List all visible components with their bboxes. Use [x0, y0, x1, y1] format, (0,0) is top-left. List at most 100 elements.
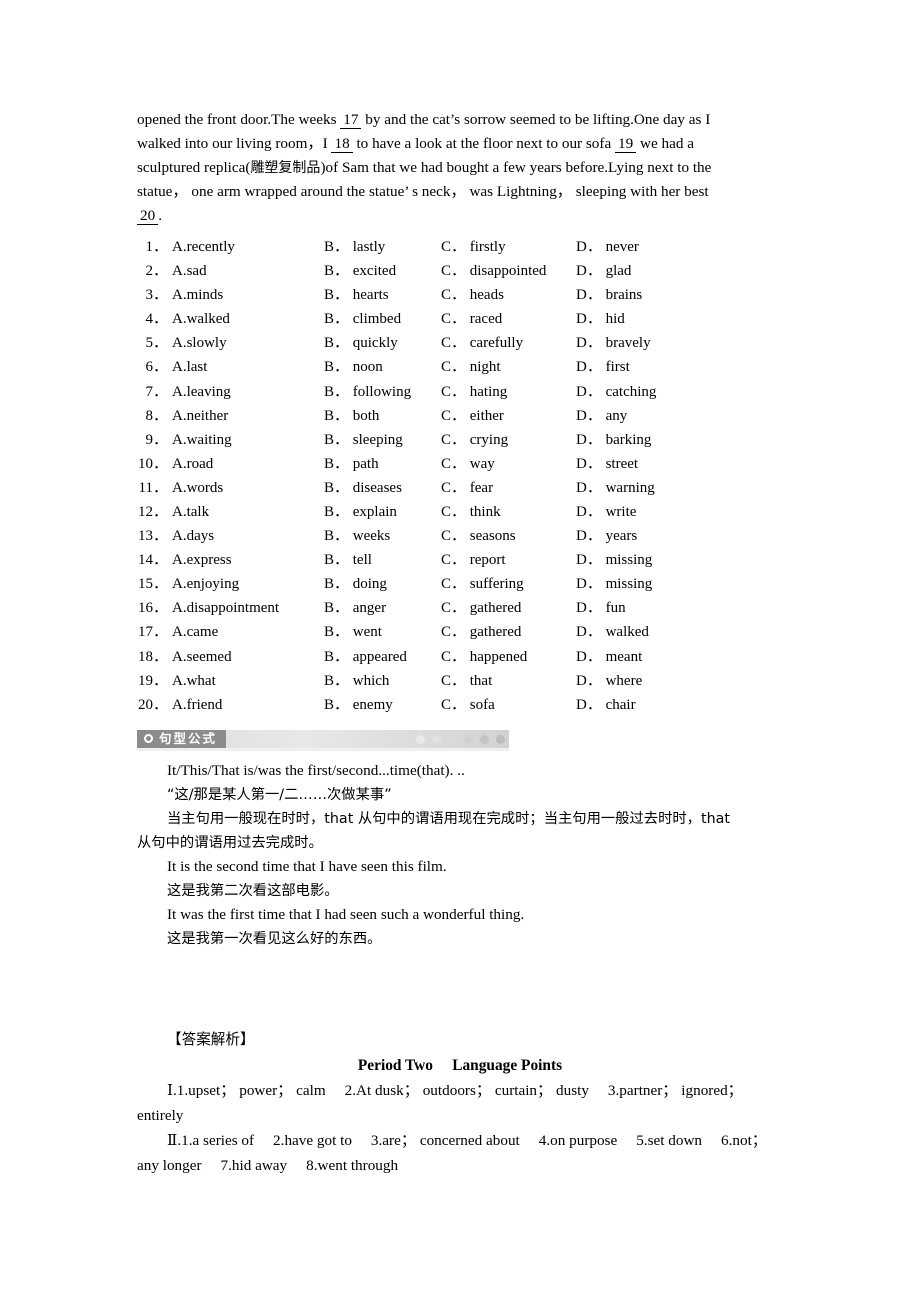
option-letter-d: D．	[576, 263, 602, 280]
option-b[interactable]: B． explain	[324, 500, 441, 524]
option-c[interactable]: C． either	[441, 404, 576, 428]
option-a[interactable]: A.slowly	[172, 331, 324, 355]
option-b[interactable]: B． doing	[324, 572, 441, 596]
option-b[interactable]: B． enemy	[324, 693, 441, 717]
option-d[interactable]: D． missing	[576, 572, 652, 596]
option-d[interactable]: D． years	[576, 524, 637, 548]
option-d[interactable]: D． catching	[576, 380, 656, 404]
option-d[interactable]: D． barking	[576, 428, 651, 452]
option-d[interactable]: D． street	[576, 452, 638, 476]
option-d[interactable]: D． write	[576, 500, 636, 524]
option-d[interactable]: D． where	[576, 669, 642, 693]
option-b-text: lastly	[352, 238, 386, 255]
option-number: 18．	[137, 648, 168, 665]
option-a[interactable]: A.last	[172, 355, 324, 379]
option-row-20: 20． A.friend B． enemy C． sofa D． chair	[137, 693, 783, 717]
option-b[interactable]: B． which	[324, 669, 441, 693]
option-c[interactable]: C． disappointed	[441, 259, 576, 283]
option-a[interactable]: A.recently	[172, 235, 324, 259]
option-a[interactable]: A.words	[172, 476, 324, 500]
option-c[interactable]: C． heads	[441, 283, 576, 307]
option-a[interactable]: A.came	[172, 620, 324, 644]
option-d[interactable]: D． first	[576, 355, 630, 379]
option-d[interactable]: D． bravely	[576, 331, 651, 355]
option-d[interactable]: D． walked	[576, 620, 649, 644]
option-b[interactable]: B． diseases	[324, 476, 441, 500]
option-b[interactable]: B． quickly	[324, 331, 441, 355]
option-c[interactable]: C． report	[441, 548, 576, 572]
option-a[interactable]: A.enjoying	[172, 572, 324, 596]
option-number: 8．	[145, 407, 168, 424]
option-a-text: what	[186, 672, 216, 689]
option-d[interactable]: D． brains	[576, 283, 642, 307]
option-b[interactable]: B． appeared	[324, 645, 441, 669]
option-b[interactable]: B． climbed	[324, 307, 441, 331]
option-b[interactable]: B． tell	[324, 548, 441, 572]
option-b[interactable]: B． lastly	[324, 235, 441, 259]
option-d[interactable]: D． missing	[576, 548, 652, 572]
option-a[interactable]: A.neither	[172, 404, 324, 428]
option-letter-a: A.	[172, 696, 187, 713]
option-c[interactable]: C． think	[441, 500, 576, 524]
option-c[interactable]: C． suffering	[441, 572, 576, 596]
option-a-text: came	[186, 624, 219, 641]
option-d[interactable]: D． warning	[576, 476, 655, 500]
option-c[interactable]: C． carefully	[441, 331, 576, 355]
option-a[interactable]: A.friend	[172, 693, 324, 717]
option-c-text: heads	[469, 287, 504, 304]
option-c[interactable]: C． gathered	[441, 620, 576, 644]
option-c[interactable]: C． night	[441, 355, 576, 379]
option-d[interactable]: D． chair	[576, 693, 636, 717]
option-c[interactable]: C． happened	[441, 645, 576, 669]
option-c[interactable]: C． seasons	[441, 524, 576, 548]
option-d[interactable]: D． any	[576, 404, 627, 428]
option-c-text: way	[469, 455, 495, 472]
option-a[interactable]: A.what	[172, 669, 324, 693]
option-letter-a: A.	[172, 528, 187, 545]
option-c[interactable]: C． that	[441, 669, 576, 693]
option-letter-c: C．	[441, 576, 467, 593]
option-a[interactable]: A.disappointment	[172, 596, 324, 620]
option-row-10: 10． A.road B． path C． way D． street	[137, 452, 783, 476]
option-a[interactable]: A.express	[172, 548, 324, 572]
option-b[interactable]: B． following	[324, 380, 441, 404]
option-b[interactable]: B． weeks	[324, 524, 441, 548]
option-a[interactable]: A.leaving	[172, 380, 324, 404]
option-b-text: climbed	[352, 311, 402, 328]
option-b[interactable]: B． went	[324, 620, 441, 644]
option-row-3: 3． A.minds B． hearts C． heads D． brains	[137, 283, 783, 307]
option-number: 3．	[145, 287, 168, 304]
option-d[interactable]: D． meant	[576, 645, 642, 669]
option-b[interactable]: B． hearts	[324, 283, 441, 307]
option-c[interactable]: C． way	[441, 452, 576, 476]
option-d[interactable]: D． hid	[576, 307, 625, 331]
option-a[interactable]: A.waiting	[172, 428, 324, 452]
option-a[interactable]: A.seemed	[172, 645, 324, 669]
option-a[interactable]: A.talk	[172, 500, 324, 524]
option-a[interactable]: A.days	[172, 524, 324, 548]
option-b[interactable]: B． anger	[324, 596, 441, 620]
option-letter-b: B．	[324, 263, 350, 280]
option-c[interactable]: C． gathered	[441, 596, 576, 620]
option-c[interactable]: C． crying	[441, 428, 576, 452]
option-letter-a: A.	[172, 335, 187, 352]
option-a[interactable]: A.sad	[172, 259, 324, 283]
option-c[interactable]: C． firstly	[441, 235, 576, 259]
option-b[interactable]: B． noon	[324, 355, 441, 379]
banner-dot-6	[496, 734, 505, 744]
option-c[interactable]: C． hating	[441, 380, 576, 404]
option-c[interactable]: C． sofa	[441, 693, 576, 717]
option-b[interactable]: B． path	[324, 452, 441, 476]
option-c[interactable]: C． fear	[441, 476, 576, 500]
option-d[interactable]: D． fun	[576, 596, 626, 620]
option-d[interactable]: D． never	[576, 235, 639, 259]
option-b[interactable]: B． both	[324, 404, 441, 428]
option-c[interactable]: C． raced	[441, 307, 576, 331]
option-a[interactable]: A.road	[172, 452, 324, 476]
option-a[interactable]: A.walked	[172, 307, 324, 331]
passage-text: to have a look at the floor next to our …	[352, 134, 615, 152]
option-b[interactable]: B． sleeping	[324, 428, 441, 452]
option-b[interactable]: B． excited	[324, 259, 441, 283]
option-d[interactable]: D． glad	[576, 259, 631, 283]
option-a[interactable]: A.minds	[172, 283, 324, 307]
